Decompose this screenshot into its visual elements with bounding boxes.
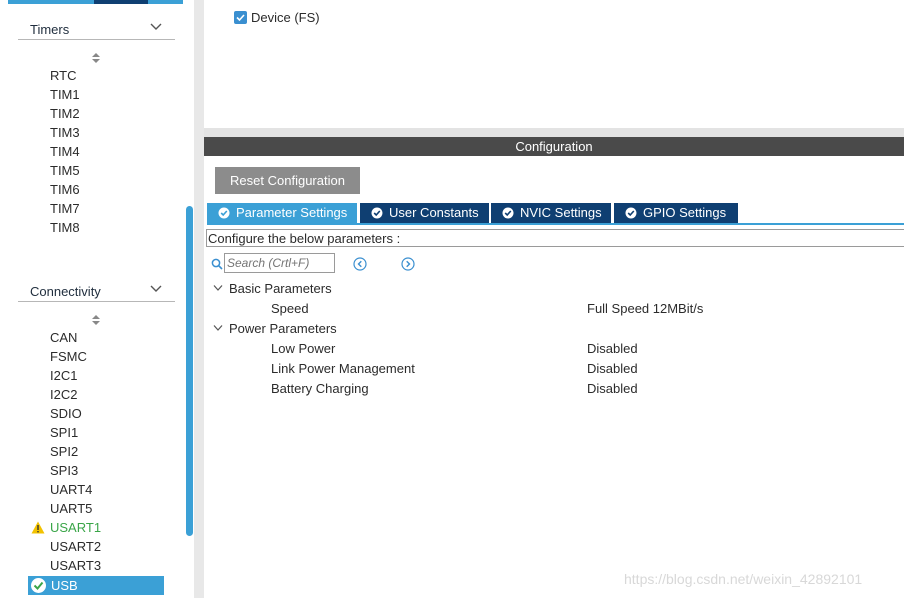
chevron-down-icon[interactable] [213, 284, 223, 292]
param-name-link-power-management: Link Power Management [271, 361, 415, 376]
sidebar-item-i2c2[interactable]: I2C2 [50, 387, 77, 402]
sidebar-item-tim2[interactable]: TIM2 [50, 106, 80, 121]
sidebar-item-rtc[interactable]: RTC [50, 68, 76, 83]
param-name-battery-charging: Battery Charging [271, 381, 369, 396]
sort-icon[interactable] [90, 314, 102, 326]
check-circle-icon [31, 578, 46, 593]
category-header-timers[interactable]: Timers [18, 19, 175, 40]
configuration-panel: Reset Configuration Parameter Settings U… [204, 156, 904, 598]
param-value-link-power-management[interactable]: Disabled [587, 361, 638, 376]
sidebar-item-tim1[interactable]: TIM1 [50, 87, 80, 102]
configuration-title: Configuration [204, 137, 904, 156]
device-checkbox[interactable] [234, 11, 247, 24]
left-tab-strip [8, 0, 194, 4]
sidebar-item-spi2[interactable]: SPI2 [50, 444, 78, 459]
param-value-battery-charging[interactable]: Disabled [587, 381, 638, 396]
group-power-parameters[interactable]: Power Parameters [213, 321, 337, 336]
sidebar-item-label: USB [51, 578, 78, 593]
sidebar-item-can[interactable]: CAN [50, 330, 77, 345]
sidebar-item-usb-selected[interactable]: USB [28, 576, 164, 595]
tab-user-constants[interactable]: User Constants [360, 203, 489, 223]
sort-icon[interactable] [90, 52, 102, 64]
check-circle-icon [625, 207, 637, 219]
sidebar-item-tim3[interactable]: TIM3 [50, 125, 80, 140]
sidebar-item-tim8[interactable]: TIM8 [50, 220, 80, 235]
search-input[interactable] [224, 253, 335, 273]
param-name-speed: Speed [271, 301, 309, 316]
reset-configuration-button[interactable]: Reset Configuration [215, 167, 360, 194]
checkmark-icon [236, 14, 245, 22]
tab-underline [207, 223, 904, 225]
chevron-down-icon[interactable] [213, 324, 223, 332]
chevron-down-icon[interactable] [149, 282, 163, 296]
previous-icon[interactable] [353, 257, 367, 271]
sidebar-item-i2c1[interactable]: I2C1 [50, 368, 77, 383]
parameters-description: Configure the below parameters : [206, 229, 904, 247]
sidebar-item-tim7[interactable]: TIM7 [50, 201, 80, 216]
sidebar-item-spi3[interactable]: SPI3 [50, 463, 78, 478]
sidebar-item-usart3[interactable]: USART3 [50, 558, 101, 573]
category-label-connectivity: Connectivity [30, 284, 101, 299]
sidebar-item-tim6[interactable]: TIM6 [50, 182, 80, 197]
param-value-low-power[interactable]: Disabled [587, 341, 638, 356]
next-icon[interactable] [401, 257, 415, 271]
group-basic-parameters[interactable]: Basic Parameters [213, 281, 332, 296]
tab-label: User Constants [389, 205, 479, 220]
param-name-low-power: Low Power [271, 341, 336, 356]
scrollbar-thumb[interactable] [186, 206, 193, 536]
category-panel: Timers Connectivity USB RTC TIM1 TIM2 TIM3 T… [0, 0, 194, 598]
watermark: https://blog.csdn.net/weixin_42892101 [624, 571, 863, 587]
sidebar-item-usart2[interactable]: USART2 [50, 539, 101, 554]
sidebar-item-fsmc[interactable]: FSMC [50, 349, 87, 364]
tab-label: Parameter Settings [236, 205, 348, 220]
category-label-timers: Timers [30, 22, 70, 37]
sidebar-item-tim4[interactable]: TIM4 [50, 144, 80, 159]
horizontal-splitter[interactable] [204, 128, 904, 137]
warning-icon [31, 521, 45, 534]
sidebar-item-uart4[interactable]: UART4 [50, 482, 92, 497]
param-value-speed[interactable]: Full Speed 12MBit/s [587, 301, 703, 316]
sidebar-item-tim5[interactable]: TIM5 [50, 163, 80, 178]
group-label: Basic Parameters [229, 281, 332, 296]
category-header-connectivity[interactable]: Connectivity [18, 281, 175, 302]
tab-gpio-settings[interactable]: GPIO Settings [614, 203, 738, 223]
mode-panel: Device (FS) [204, 0, 904, 128]
device-checkbox-label: Device (FS) [251, 10, 320, 25]
panel-divider[interactable] [194, 0, 204, 598]
check-circle-icon [218, 207, 230, 219]
search-icon [211, 258, 223, 270]
chevron-down-icon[interactable] [149, 20, 163, 34]
sidebar-item-uart5[interactable]: UART5 [50, 501, 92, 516]
tab-label: GPIO Settings [643, 205, 727, 220]
check-circle-icon [371, 207, 383, 219]
sidebar-item-spi1[interactable]: SPI1 [50, 425, 78, 440]
tab-nvic-settings[interactable]: NVIC Settings [491, 203, 611, 223]
sidebar-item-usart1[interactable]: USART1 [50, 520, 101, 535]
tab-parameter-settings[interactable]: Parameter Settings [207, 203, 357, 223]
tab-label: NVIC Settings [520, 205, 602, 220]
check-circle-icon [502, 207, 514, 219]
left-tab-strip-active[interactable] [94, 0, 148, 4]
group-label: Power Parameters [229, 321, 337, 336]
sidebar-item-sdio[interactable]: SDIO [50, 406, 82, 421]
